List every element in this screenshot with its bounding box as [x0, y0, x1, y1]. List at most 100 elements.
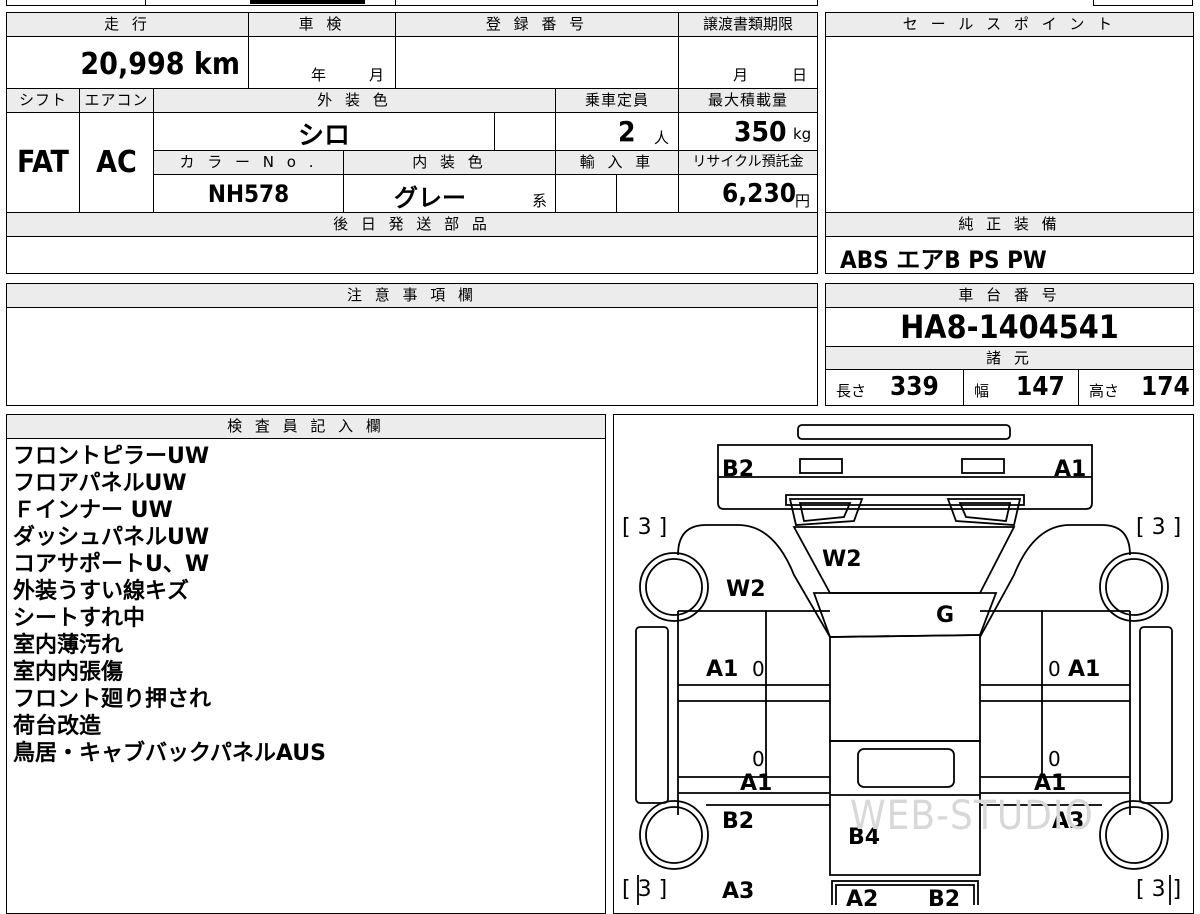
spec-length-label: 長さ — [836, 382, 867, 400]
later-parts-cell — [7, 237, 817, 273]
specs-header: 諸 元 — [826, 346, 1193, 370]
capacity-header: 乗車定員 — [556, 89, 679, 113]
inspector-line: シートすれ中 — [13, 606, 146, 631]
ext-color-value: シロ — [297, 121, 350, 151]
color-no-cell: NH578 — [154, 175, 344, 213]
ac-cell: AC — [80, 113, 154, 213]
spec-width-label: 幅 — [974, 382, 990, 400]
ext-color-cell: シロ — [154, 113, 495, 151]
mark-zero-3: 0 — [752, 747, 765, 771]
equipment-box: 純 正 装 備 ABS エアB PS PW — [825, 212, 1194, 274]
damage-w2-windshield: W2 — [822, 547, 862, 572]
shift-header: シフト — [7, 89, 80, 113]
color-no-value: NH578 — [207, 180, 290, 208]
top-strip — [6, 0, 818, 6]
notes-header: 注 意 事 項 欄 — [7, 284, 817, 308]
capacity-cell: 2 人 — [556, 113, 679, 151]
damage-a1-left-door: A1 — [706, 657, 739, 682]
transfer-deadline-cell: 月 日 — [679, 37, 817, 89]
equipment-header: 純 正 装 備 — [826, 213, 1193, 237]
damage-b2-rear-left: B2 — [722, 809, 755, 834]
inspector-box: 検 査 員 記 入 欄 フロントピラーUW フロアパネルUW Ｆインナー UW … — [6, 414, 606, 914]
capacity-value: 2 — [618, 115, 636, 148]
spec-height-value: 174 — [1141, 372, 1190, 402]
inspector-header: 検 査 員 記 入 欄 — [7, 415, 605, 439]
recycle-unit: 円 — [795, 192, 811, 210]
shaken-month: 月 — [369, 66, 385, 84]
ext-color-header: 外 装 色 — [154, 89, 556, 113]
recycle-cell: 6,230 円 — [679, 175, 817, 213]
capacity-unit: 人 — [654, 129, 670, 147]
inspector-line: 荷台改造 — [13, 714, 102, 739]
mileage-header: 走 行 — [7, 13, 249, 37]
bracket-rear-right: [ 3 ] — [1136, 877, 1182, 902]
bracket-rear-left: [ 3 ] — [622, 877, 668, 902]
inspector-line: フロント廻り押され — [13, 687, 212, 712]
inspector-line: 鳥居・キャブバックパネルAUS — [13, 741, 326, 766]
inspector-line: Ｆインナー UW — [13, 498, 173, 523]
mark-zero-4: 0 — [1048, 747, 1061, 771]
notes-box: 注 意 事 項 欄 — [6, 283, 818, 406]
spec-height-label: 高さ — [1089, 382, 1120, 400]
maxload-value: 350 — [734, 115, 787, 148]
equipment-value: ABS エアB PS PW — [840, 246, 1047, 274]
spec-width-cell: 幅 147 — [964, 370, 1079, 405]
spec-height-cell: 高さ 174 — [1079, 370, 1193, 405]
import-cell-b — [617, 175, 679, 213]
damage-w2-pillar: W2 — [726, 577, 766, 602]
shaken-header: 車 検 — [249, 13, 396, 37]
inspector-line: ダッシュパネルUW — [13, 525, 210, 550]
sales-point-header: セ ー ル ス ポ イ ン ト — [826, 13, 1193, 37]
damage-a1-right-door: A1 — [1068, 657, 1101, 682]
damage-diagram: [ 3 ] [ 3 ] [ 3 ] [ 3 ] B2 A1 W2 W2 G A1… — [613, 414, 1194, 914]
int-color-suffix: 系 — [532, 192, 548, 210]
import-cell-a — [556, 175, 617, 213]
damage-g: G — [936, 603, 955, 628]
sales-point-box: セ ー ル ス ポ イ ン ト — [825, 12, 1194, 214]
inspector-line: コアサポートU、W — [13, 552, 210, 577]
mileage-cell: 20,998 km — [7, 37, 249, 89]
shaken-cell: 年 月 — [249, 37, 396, 89]
damage-a1-front-right: A1 — [1054, 457, 1087, 482]
transfer-deadline-header: 譲渡書類期限 — [679, 13, 817, 37]
bracket-front-left: [ 3 ] — [622, 515, 668, 540]
int-color-header: 内 装 色 — [344, 151, 556, 175]
spec-width-value: 147 — [1016, 372, 1065, 402]
transfer-day: 日 — [792, 66, 808, 84]
int-color-cell: グレー 系 — [344, 175, 556, 213]
maxload-header: 最大積載量 — [679, 89, 817, 113]
inspector-line: 外装うすい線キズ — [13, 579, 190, 604]
inspector-line: フロントピラーUW — [13, 444, 210, 469]
maxload-cell: 350 kg — [679, 113, 817, 151]
inspector-line: フロアパネルUW — [13, 471, 187, 496]
mark-zero-2: 0 — [1048, 657, 1061, 681]
ac-value: AC — [96, 145, 137, 180]
chassis-value: HA8-1404541 — [900, 308, 1119, 346]
recycle-header: リサイクル預託金 — [679, 151, 817, 175]
damage-a1-left-sill: A1 — [740, 771, 773, 796]
spec-length-value: 339 — [890, 372, 939, 402]
later-parts-header: 後 日 発 送 部 品 — [7, 213, 817, 237]
shift-value: FAT — [17, 145, 69, 180]
registration-cell — [396, 37, 679, 89]
damage-a3-bottom-left: A3 — [722, 879, 755, 904]
int-color-value: グレー — [394, 184, 466, 212]
transfer-month: 月 — [733, 66, 749, 84]
mark-zero-1: 0 — [752, 657, 765, 681]
import-header: 輸 入 車 — [556, 151, 679, 175]
inspector-line: 室内薄汚れ — [13, 633, 124, 658]
color-no-header: カ ラ ー N o . — [154, 151, 344, 175]
chassis-box: 車 台 番 号 HA8-1404541 諸 元 長さ 339 幅 147 高さ … — [825, 283, 1194, 406]
ext-color-extra-cell — [495, 113, 556, 151]
ac-header: エアコン — [80, 89, 154, 113]
spec-length-cell: 長さ 339 — [826, 370, 964, 405]
bracket-front-right: [ 3 ] — [1136, 515, 1182, 540]
shaken-year: 年 — [311, 66, 327, 84]
watermark: WEB-STUDIO — [850, 793, 1094, 839]
recycle-value: 6,230 — [722, 179, 796, 209]
inspector-lines: フロントピラーUW フロアパネルUW Ｆインナー UW ダッシュパネルUW コア… — [13, 443, 326, 767]
shift-cell: FAT — [7, 113, 80, 213]
registration-header: 登 録 番 号 — [396, 13, 679, 37]
mileage-value: 20,998 km — [80, 47, 240, 82]
vehicle-info-table: 走 行 車 検 登 録 番 号 譲渡書類期限 20,998 km 年 月 月 日… — [6, 12, 818, 274]
